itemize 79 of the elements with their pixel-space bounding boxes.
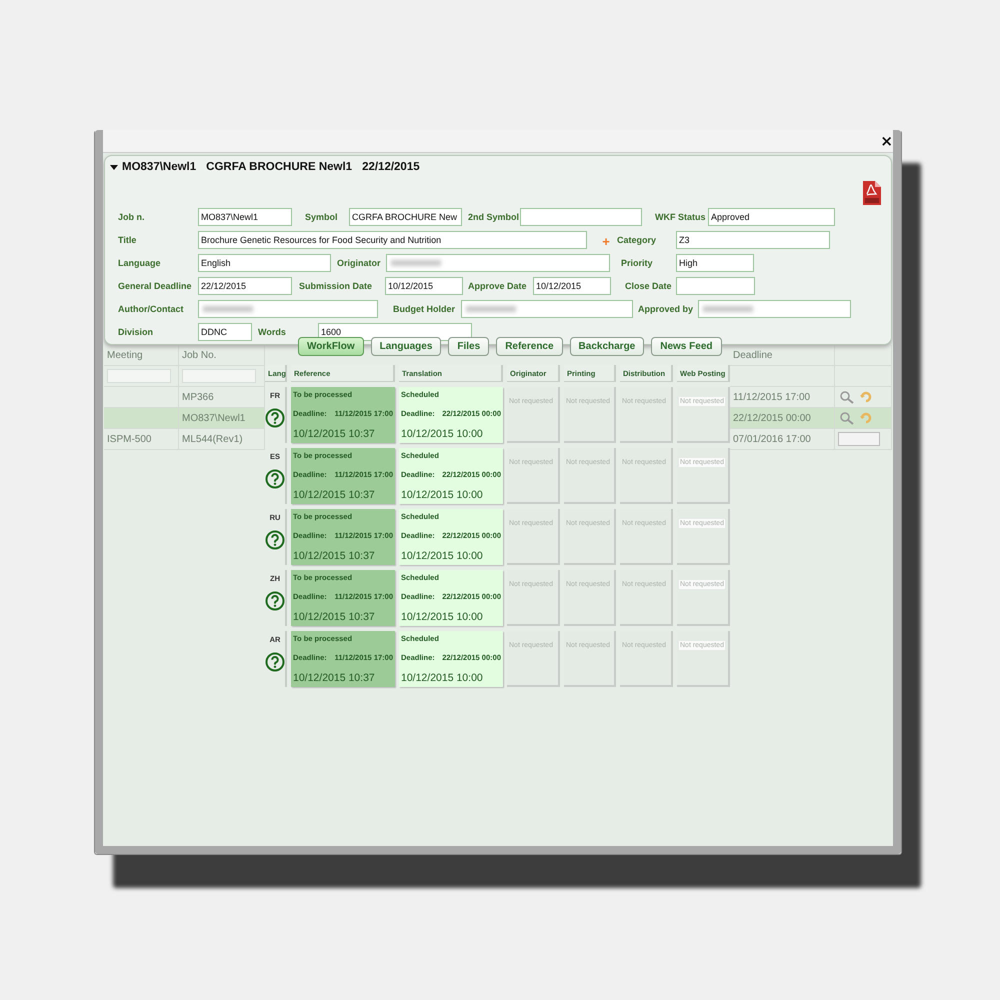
help-icon[interactable] (265, 591, 285, 611)
table-cell: MO837\Newl1 (182, 412, 246, 424)
filter-field[interactable] (182, 369, 256, 383)
meeting-link[interactable]: ISPM-500 (107, 434, 152, 444)
job-date-title: 22/12/2015 (362, 161, 420, 173)
field-label: Close Date (625, 280, 673, 290)
text-field[interactable]: Approved (708, 208, 835, 226)
help-icon[interactable] (265, 530, 285, 550)
date-text: 10/12/2015 10:00 (401, 550, 484, 562)
field-label: Words (258, 326, 287, 336)
table-cell: ML544(Rev1) (182, 434, 243, 444)
help-icon[interactable] (265, 408, 285, 428)
tab-button[interactable]: News Feed (651, 337, 722, 356)
text-field[interactable]: Brochure Genetic Resources for Food Security and Nutrition (198, 230, 587, 248)
text-field[interactable]: High (676, 254, 754, 272)
field-label: Author/Contact (118, 304, 184, 314)
text-field[interactable]: CGRFA BROCHURE New (349, 208, 462, 226)
search-icon[interactable] (838, 411, 856, 425)
field-label: Approve Date (468, 280, 528, 290)
table-cell: 22/12/2015 00:00 (733, 412, 811, 424)
text-field[interactable]: Z3 (676, 230, 830, 248)
field-label: Originator (337, 258, 382, 268)
text-field[interactable] (698, 300, 851, 318)
date-text: 10/12/2015 10:00 (401, 611, 484, 623)
field-label: Priority (621, 258, 654, 268)
field-label: Job n. (118, 212, 146, 222)
field-label: Symbol (305, 212, 339, 222)
search-icon[interactable] (838, 390, 856, 404)
column-header[interactable]: Meeting (107, 350, 143, 360)
pdf-icon[interactable] (863, 181, 881, 205)
tab-button[interactable]: Languages (370, 337, 442, 356)
help-icon[interactable] (265, 469, 285, 489)
field-label: 2nd Symbol (468, 212, 520, 222)
close-button[interactable]: × (878, 132, 895, 150)
table-cell: 07/01/2016 17:00 (733, 434, 811, 444)
text-field[interactable]: MO837\Newl1 (198, 208, 292, 226)
tab-button[interactable]: WorkFlow (298, 337, 364, 356)
column-header[interactable]: Deadline (733, 350, 772, 360)
text-field[interactable]: DDNC (198, 322, 252, 340)
table-cell: MP366 (182, 392, 214, 402)
date-text: 10/12/2015 10:37 (293, 489, 376, 501)
text-field[interactable]: 10/12/2015 (385, 276, 463, 294)
date-text: 10/12/2015 10:00 (401, 672, 484, 684)
date-text: 10/12/2015 10:00 (401, 428, 484, 440)
field-label: Category (617, 234, 658, 244)
text-field[interactable]: English (198, 254, 331, 272)
field-label: Division (118, 326, 154, 336)
field-label: Approved by (638, 304, 694, 314)
text-field[interactable] (198, 300, 378, 318)
job-number-title: MO837\Newl1 (122, 161, 196, 173)
text-field[interactable] (520, 208, 642, 226)
field-label: Submission Date (299, 280, 374, 290)
text-field[interactable]: 10/12/2015 (533, 276, 611, 294)
tab-button[interactable]: Files (448, 337, 490, 356)
date-text: 10/12/2015 10:37 (293, 550, 376, 562)
text-field[interactable] (386, 254, 610, 272)
field-label: Budget Holder (393, 304, 456, 314)
job-symbol-title: CGRFA BROCHURE Newl1 (206, 161, 352, 173)
filter-field[interactable] (107, 369, 171, 383)
date-text: 10/12/2015 10:37 (293, 428, 376, 440)
column-header[interactable]: Job No. (182, 350, 216, 360)
date-text: 10/12/2015 10:37 (293, 672, 376, 684)
undo-icon[interactable] (860, 412, 872, 424)
help-icon[interactable] (265, 652, 285, 672)
field-label: WKF Status (655, 212, 706, 222)
field-label: General Deadline (118, 280, 193, 290)
undo-icon[interactable] (860, 391, 872, 403)
text-field[interactable] (461, 300, 633, 318)
table-cell: 11/12/2015 17:00 (733, 392, 810, 402)
text-field[interactable]: 22/12/2015 (198, 276, 292, 294)
caret-icon[interactable] (110, 163, 118, 171)
tab-button[interactable]: Reference (496, 337, 563, 356)
field-label: Language (118, 258, 162, 268)
text-field[interactable] (676, 276, 755, 294)
field-label: Title (118, 234, 138, 244)
date-text: 10/12/2015 10:37 (293, 611, 376, 623)
date-text: 10/12/2015 10:00 (401, 489, 484, 501)
tab-button[interactable]: Backcharge (570, 337, 644, 356)
scroll-control[interactable] (838, 432, 880, 446)
